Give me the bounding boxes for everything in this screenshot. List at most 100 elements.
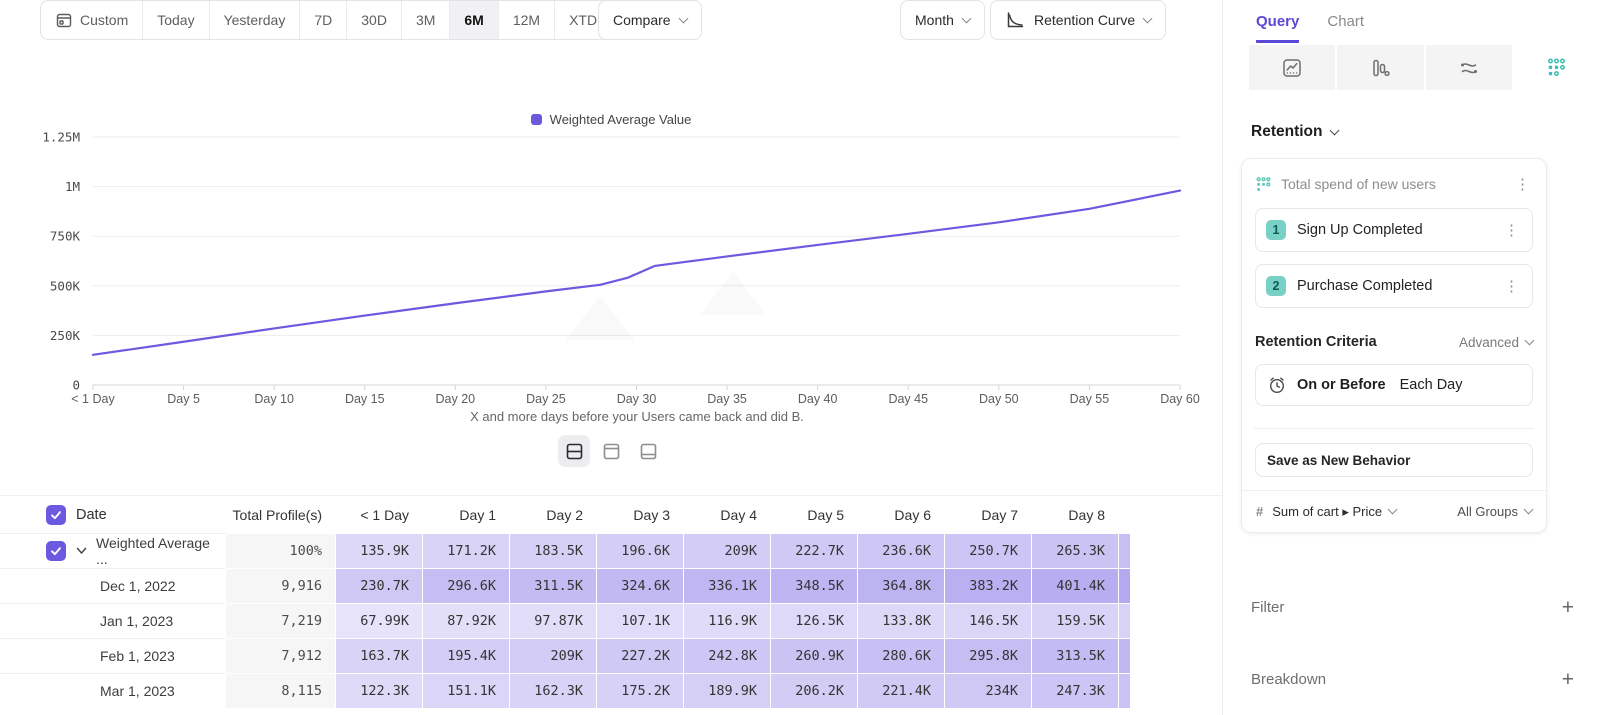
chart-type-label: Retention Curve (1034, 12, 1135, 28)
retention-value-cell: 230.7K (335, 568, 422, 603)
header-day-7[interactable]: Day 7 (944, 496, 1031, 533)
retention-section-header[interactable]: Retention (1251, 123, 1338, 141)
retention-report-tab[interactable] (1514, 45, 1600, 90)
retention-value-cell: 162.3K (509, 673, 596, 708)
range-label: Yesterday (224, 12, 286, 28)
chevron-down-icon (678, 13, 688, 23)
header-day-6[interactable]: Day 6 (857, 496, 944, 533)
svg-text:< 1 Day: < 1 Day (71, 392, 115, 406)
chevron-down-icon (1524, 505, 1534, 515)
range-6m[interactable]: 6M (449, 1, 497, 39)
retention-value-cell: 189.9K (683, 673, 770, 708)
range-custom[interactable]: Custom (41, 1, 142, 39)
cohort-date-label: Jan 1, 2023 (100, 613, 173, 629)
retention-value-cell: 175.2K (596, 673, 683, 708)
header-day-8[interactable]: Day 8 (1031, 496, 1118, 533)
chevron-down-icon[interactable] (76, 547, 87, 555)
retention-value-cell: 313.5K (1031, 638, 1118, 673)
measure-dropdown[interactable]: Sum of cart ▸ Price (1272, 504, 1448, 520)
filter-row: Filter + (1251, 597, 1574, 618)
header-day-5[interactable]: Day 5 (770, 496, 857, 533)
header-date[interactable]: Date (0, 496, 225, 533)
retention-value-cell: 280.6K (857, 638, 944, 673)
alarm-clock-icon (1267, 375, 1287, 395)
compare-button[interactable]: Compare (598, 0, 702, 40)
retention-curve-chart[interactable]: 0250K500K750K1M1.25M< 1 DayDay 5Day 10Da… (0, 125, 1222, 432)
average-row-label: Weighted Average ... (96, 535, 225, 567)
retention-icon (1255, 176, 1272, 193)
range-label: XTD (569, 12, 597, 28)
row-label-cell: Weighted Average ... (0, 533, 225, 568)
x-axis-caption: X and more days before your Users came b… (470, 409, 804, 424)
range-label: Today (157, 12, 194, 28)
retention-table: DateTotal Profile(s)< 1 DayDay 1Day 2Day… (0, 495, 1222, 708)
toolbar: Custom Today Yesterday 7D 30D 3M 6M12M XTD Comp… (0, 0, 1222, 40)
chart-type-button[interactable]: Retention Curve (990, 0, 1166, 40)
retention-value-cell: 195.4K (422, 638, 509, 673)
panel-tabs: Query Chart (1256, 13, 1364, 43)
retention-value-cell: 209K (683, 533, 770, 568)
kebab-menu-icon[interactable]: ⋮ (1501, 277, 1522, 295)
retention-value-cell-partial (1118, 673, 1130, 708)
svg-text:0: 0 (72, 378, 80, 393)
retention-value-cell-partial (1118, 533, 1130, 568)
range-12m[interactable]: 12M (498, 1, 554, 39)
range-label: 3M (416, 12, 435, 28)
tab-chart[interactable]: Chart (1327, 13, 1364, 43)
add-filter-button[interactable]: + (1562, 597, 1574, 618)
kebab-menu-icon[interactable]: ⋮ (1501, 221, 1522, 239)
svg-text:Day 10: Day 10 (254, 392, 294, 406)
header-day-4[interactable]: Day 4 (683, 496, 770, 533)
svg-text:Day 55: Day 55 (1070, 392, 1110, 406)
criteria-condition-row[interactable]: On or Before Each Day (1255, 364, 1533, 406)
retention-value-cell: 247.3K (1031, 673, 1118, 708)
granularity-button[interactable]: Month (900, 0, 985, 40)
table-view-toggle[interactable] (632, 435, 664, 467)
retention-report-screen: Custom Today Yesterday 7D 30D 3M 6M12M XTD Comp… (0, 0, 1600, 715)
range-yesterday[interactable]: Yesterday (209, 1, 300, 39)
retention-icon (1546, 57, 1567, 78)
retention-value-cell: 221.4K (857, 673, 944, 708)
total-profiles-cell: 7,219 (225, 603, 335, 638)
retention-value-cell: 324.6K (596, 568, 683, 603)
funnels-icon (1369, 57, 1391, 79)
retention-value-cell: 242.8K (683, 638, 770, 673)
range-7d[interactable]: 7D (299, 1, 346, 39)
insights-report-tab[interactable] (1249, 45, 1335, 90)
header-day-3[interactable]: Day 3 (596, 496, 683, 533)
range-label: 7D (314, 12, 332, 28)
header-total-profiles[interactable]: Total Profile(s) (225, 496, 335, 533)
criteria-mode-dropdown[interactable]: Advanced (1459, 335, 1533, 350)
retention-value-cell-partial (1118, 603, 1130, 638)
header-day-0[interactable]: < 1 Day (335, 496, 422, 533)
chevron-down-icon (1388, 505, 1398, 515)
cohort-date-label: Feb 1, 2023 (100, 648, 175, 664)
header-day-2[interactable]: Day 2 (509, 496, 596, 533)
date-range-group: Custom Today Yesterday 7D 30D 3M 6M12M XTD (40, 0, 626, 40)
range-today[interactable]: Today (142, 1, 208, 39)
retention-value-cell: 116.9K (683, 603, 770, 638)
row-checkbox[interactable] (46, 541, 66, 561)
flows-report-tab[interactable] (1426, 45, 1512, 90)
kebab-menu-icon[interactable]: ⋮ (1512, 175, 1533, 193)
retention-value-cell: 222.7K (770, 533, 857, 568)
groups-dropdown[interactable]: All Groups (1457, 504, 1532, 519)
retention-value-cell: 67.99K (335, 603, 422, 638)
row-checkbox[interactable] (46, 505, 66, 525)
svg-text:250K: 250K (50, 328, 81, 343)
tab-query[interactable]: Query (1256, 13, 1299, 43)
funnels-report-tab[interactable] (1337, 45, 1423, 90)
chevron-down-icon (1143, 13, 1153, 23)
breakdown-row: Breakdown + (1251, 669, 1574, 690)
step-purchase-completed[interactable]: 2 Purchase Completed ⋮ (1255, 264, 1533, 308)
range-3m[interactable]: 3M (401, 1, 449, 39)
save-as-new-behavior-button[interactable]: Save as New Behavior (1255, 443, 1533, 477)
split-view-toggle[interactable] (558, 435, 590, 467)
add-breakdown-button[interactable]: + (1562, 669, 1574, 690)
header-day-1[interactable]: Day 1 (422, 496, 509, 533)
retention-value-cell: 383.2K (944, 568, 1031, 603)
retention-value-cell: 206.2K (770, 673, 857, 708)
chart-view-toggle[interactable] (595, 435, 627, 467)
step-sign-up-completed[interactable]: 1 Sign Up Completed ⋮ (1255, 208, 1533, 252)
range-30d[interactable]: 30D (346, 1, 401, 39)
